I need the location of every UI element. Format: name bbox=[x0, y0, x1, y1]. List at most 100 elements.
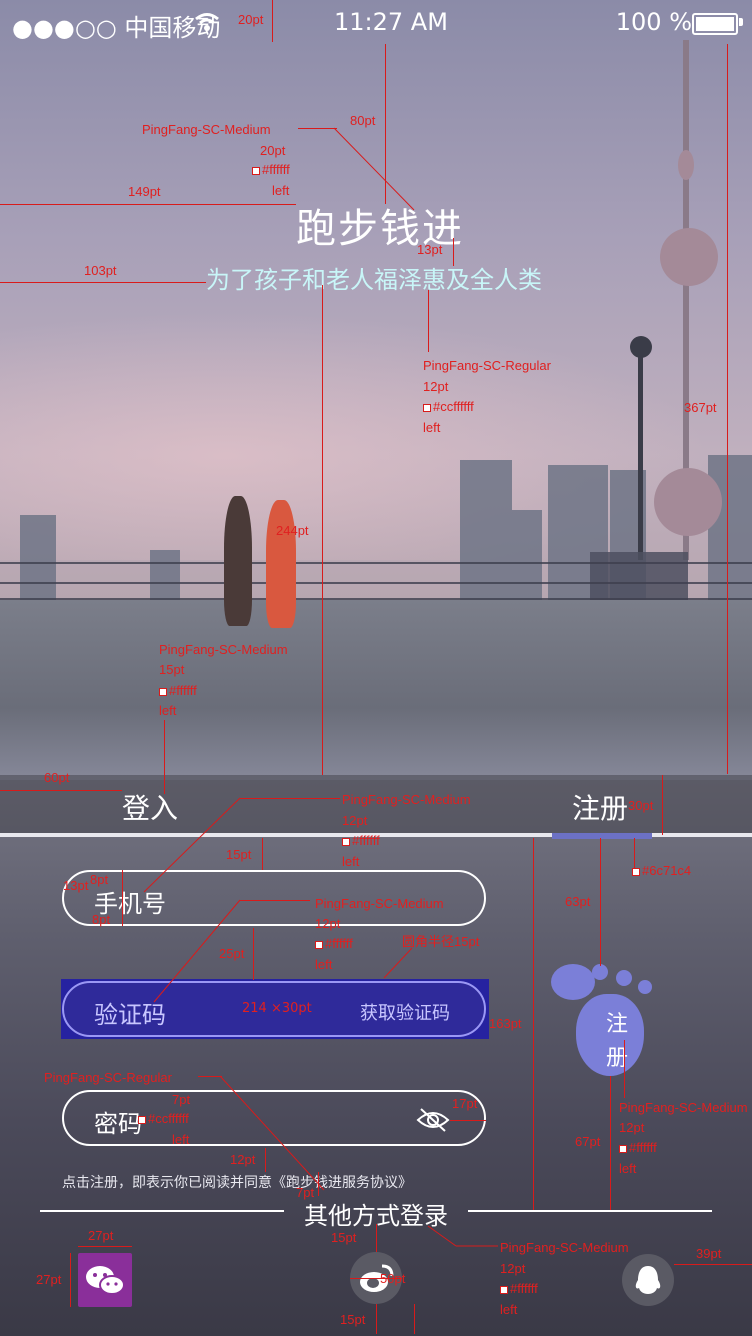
annotation-line bbox=[450, 1120, 486, 1121]
tv-tower-sphere bbox=[678, 150, 694, 180]
annotation: 12pt bbox=[315, 916, 341, 931]
annotation-line bbox=[376, 1304, 377, 1334]
code-field[interactable]: 验证码 214 ×30pt 获取验证码 bbox=[62, 981, 486, 1037]
annotation: PingFang-SC-Regular bbox=[44, 1070, 172, 1085]
annotation: 60pt bbox=[44, 770, 70, 785]
battery-icon bbox=[692, 13, 738, 35]
waterfront-ground bbox=[0, 600, 752, 780]
runner bbox=[266, 500, 296, 628]
annotation: 39pt bbox=[696, 1246, 722, 1261]
annotation: 50pt bbox=[380, 1271, 406, 1286]
annotation-line bbox=[265, 1148, 266, 1172]
annotation: 25pt bbox=[219, 946, 245, 961]
wechat-icon bbox=[86, 1266, 125, 1295]
wechat-login-button[interactable] bbox=[78, 1253, 132, 1307]
annotation-line bbox=[70, 1253, 71, 1307]
divider-right bbox=[468, 1210, 712, 1212]
annotation-line bbox=[727, 44, 728, 774]
qq-login-button[interactable] bbox=[622, 1254, 674, 1306]
battery-percent: 100 % bbox=[615, 8, 692, 36]
annotation-line bbox=[428, 290, 429, 352]
annotation-line bbox=[240, 798, 340, 799]
annotation: 12pt bbox=[230, 1152, 256, 1167]
annotation: 7pt bbox=[296, 1185, 315, 1200]
annotation: 149pt bbox=[128, 184, 161, 199]
status-bar: ●●●○○ 中国移动 11:27 AM 100 % bbox=[0, 0, 752, 46]
annotation: #ccffffff bbox=[433, 399, 474, 414]
annotation-leader bbox=[219, 1075, 325, 1191]
tv-tower-sphere bbox=[660, 228, 718, 286]
annotation: 15pt bbox=[340, 1312, 366, 1327]
annotation: 63pt bbox=[565, 894, 591, 909]
annotation: 8pt bbox=[92, 912, 111, 927]
annotation: 27pt bbox=[88, 1228, 114, 1243]
annotation: #ffffff bbox=[510, 1281, 538, 1296]
annotation-line bbox=[262, 838, 263, 870]
annotation: #ffffff bbox=[262, 162, 290, 177]
qq-icon bbox=[635, 1266, 661, 1294]
annotation: 12pt bbox=[342, 813, 368, 828]
annotation: 67pt bbox=[575, 1134, 601, 1149]
annotation: #ffffff bbox=[352, 833, 380, 848]
annotation: 12pt bbox=[500, 1261, 526, 1276]
wifi-icon bbox=[195, 13, 219, 31]
annotation: 15pt bbox=[226, 847, 252, 862]
annotation-line bbox=[122, 870, 123, 926]
annotation: PingFang-SC-Medium bbox=[619, 1100, 748, 1115]
annotation: #ccffffff bbox=[148, 1111, 189, 1126]
annotation: left bbox=[500, 1302, 518, 1317]
skyline-building bbox=[460, 460, 512, 610]
annotation-line bbox=[322, 285, 323, 775]
get-code-button[interactable]: 获取验证码 bbox=[360, 999, 450, 1025]
annotation: 30pt bbox=[628, 798, 654, 813]
tab-register[interactable]: 注册 bbox=[572, 787, 628, 827]
street-lamp bbox=[638, 350, 643, 560]
annotation: #6c71c4 bbox=[642, 863, 692, 878]
runner bbox=[224, 496, 252, 626]
skyline-building bbox=[20, 515, 56, 605]
annotation-line bbox=[376, 1224, 377, 1252]
annotation-line bbox=[164, 720, 165, 794]
annotation: 17pt bbox=[452, 1096, 478, 1111]
annotation: PingFang-SC-Medium bbox=[159, 642, 288, 657]
annotation: 103pt bbox=[84, 263, 117, 278]
annotation-line bbox=[0, 790, 122, 791]
annotation-line bbox=[0, 204, 296, 205]
annotation: left bbox=[619, 1161, 637, 1176]
footprint-toe bbox=[638, 980, 652, 994]
annotation: left bbox=[172, 1132, 190, 1147]
skyline-building bbox=[512, 510, 542, 610]
annotation-line bbox=[533, 838, 534, 1210]
annotation-line bbox=[624, 1040, 625, 1098]
annotation: left bbox=[315, 957, 333, 972]
annotation-line bbox=[272, 0, 273, 42]
annotation-leader bbox=[427, 1225, 498, 1247]
annotation: 163pt bbox=[489, 1016, 522, 1031]
annotation-leader bbox=[333, 127, 415, 211]
footprint-toe bbox=[551, 964, 595, 1000]
annotation: 13pt bbox=[63, 878, 89, 893]
street-lamp-head bbox=[630, 336, 652, 358]
battery-tip bbox=[739, 18, 743, 26]
annotation: left bbox=[272, 183, 290, 198]
eye-hidden-icon[interactable] bbox=[416, 1106, 450, 1134]
railing bbox=[0, 562, 752, 564]
skyline-building bbox=[150, 550, 180, 605]
annotation-leader bbox=[383, 947, 413, 979]
annotation: PingFang-SC-Medium bbox=[500, 1240, 629, 1255]
annotation: PingFang-SC-Regular bbox=[423, 358, 551, 373]
annotation-line bbox=[414, 1304, 415, 1334]
annotation: left bbox=[159, 703, 177, 718]
code-size-note: 214 ×30pt bbox=[242, 1001, 312, 1016]
annotation-line bbox=[253, 928, 254, 980]
annotation-line bbox=[318, 1172, 319, 1196]
carrier-label: ●●●○○ 中国移动 bbox=[12, 14, 221, 42]
tab-active-indicator bbox=[552, 833, 652, 839]
annotation: #ffffff bbox=[325, 936, 353, 951]
annotation: 13pt bbox=[417, 242, 443, 257]
annotation-line bbox=[674, 1264, 752, 1265]
annotation: 27pt bbox=[36, 1272, 62, 1287]
annotation: 20pt bbox=[238, 12, 264, 27]
annotation-line bbox=[610, 1076, 611, 1210]
footprint-toe bbox=[616, 970, 632, 986]
